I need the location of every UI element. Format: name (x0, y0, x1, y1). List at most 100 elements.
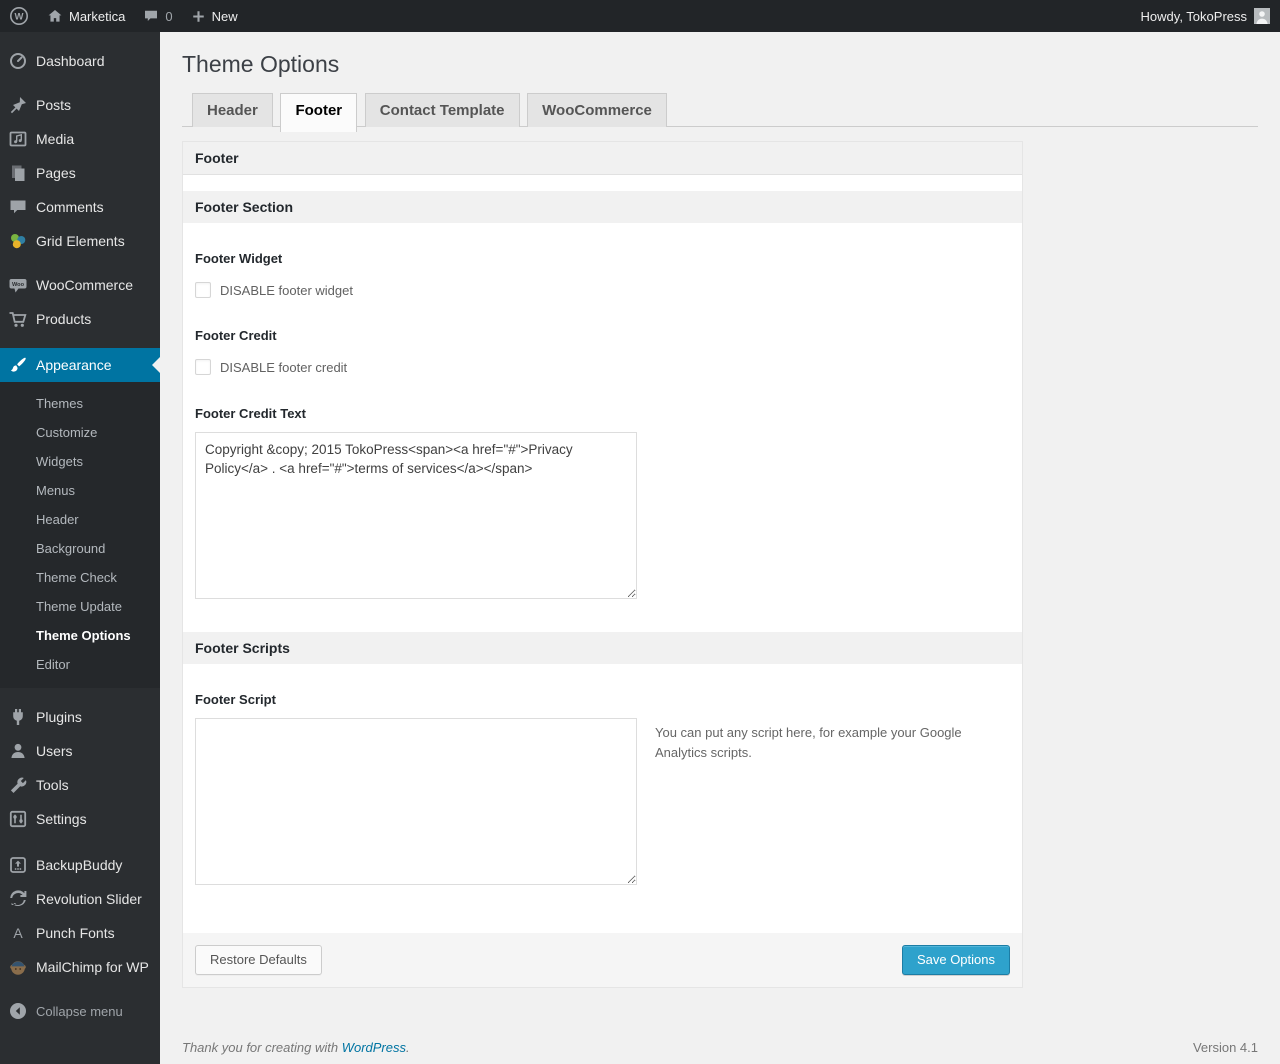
sidebar-subitem-customize[interactable]: Customize (0, 418, 160, 447)
sidebar-item-label: WooCommerce (36, 277, 133, 293)
comments-icon (8, 197, 28, 217)
new-content-menu[interactable]: New (182, 0, 247, 32)
svg-text:A: A (13, 925, 23, 941)
sidebar-item-label: Settings (36, 811, 87, 827)
svg-text:W: W (15, 12, 24, 23)
font-a-icon: A (8, 923, 28, 943)
sidebar-item-settings[interactable]: Settings (0, 802, 160, 836)
sidebar-item-comments[interactable]: Comments (0, 190, 160, 224)
sidebar-subitem-themes[interactable]: Themes (0, 389, 160, 418)
sidebar-subitem-menus[interactable]: Menus (0, 476, 160, 505)
sidebar-subitem-widgets[interactable]: Widgets (0, 447, 160, 476)
sidebar-item-dashboard[interactable]: Dashboard (0, 44, 160, 78)
avatar[interactable] (1254, 8, 1270, 24)
sidebar-item-users[interactable]: Users (0, 734, 160, 768)
sidebar-item-label: Grid Elements (36, 233, 125, 249)
wp-logo-menu[interactable]: W (0, 0, 38, 32)
sidebar-item-media[interactable]: Media (0, 122, 160, 156)
sidebar-item-plugins[interactable]: Plugins (0, 700, 160, 734)
wrench-icon (8, 775, 28, 795)
sidebar-item-appearance[interactable]: Appearance (0, 348, 160, 382)
account-menu[interactable]: Howdy, TokoPress (1141, 0, 1247, 32)
paintbrush-icon (8, 355, 28, 375)
wordpress-logo-icon: W (9, 6, 29, 26)
sidebar-item-label: Tools (36, 777, 69, 793)
home-icon (47, 8, 63, 24)
sidebar-item-label: Pages (36, 165, 76, 181)
sidebar-item-label: Punch Fonts (36, 925, 115, 941)
new-label: New (211, 8, 238, 24)
sidebar-item-label: MailChimp for WP (36, 959, 149, 975)
mailchimp-monkey-icon (8, 957, 28, 977)
thanks-suffix: . (406, 1039, 410, 1055)
sidebar-item-label: Comments (36, 199, 104, 215)
footer-options-panel: Footer Footer Section Footer Widget DISA… (182, 141, 1023, 988)
comment-bubble-icon (143, 8, 159, 24)
footer-script-label: Footer Script (195, 692, 276, 707)
sidebar-subitem-theme-check[interactable]: Theme Check (0, 563, 160, 592)
sidebar-subitem-background[interactable]: Background (0, 534, 160, 563)
footer-widget-checkbox-row: DISABLE footer widget (195, 282, 1010, 298)
sidebar-item-label: Users (36, 743, 73, 759)
sidebar-item-grid-elements[interactable]: Grid Elements (0, 224, 160, 258)
cart-icon (8, 309, 28, 329)
collapse-menu-label: Collapse menu (36, 1003, 123, 1019)
disable-footer-widget-checkbox[interactable] (195, 282, 211, 298)
disable-footer-widget-label: DISABLE footer widget (220, 282, 353, 298)
pages-icon (8, 163, 28, 183)
collapse-menu-button[interactable]: Collapse menu (0, 994, 160, 1028)
site-name: Marketica (69, 8, 126, 24)
dashboard-icon (8, 51, 28, 71)
comment-count: 0 (165, 8, 173, 24)
collapse-arrow-icon (8, 1001, 28, 1021)
admin-sidebar: Dashboard Posts Media Pages Comments Gri… (0, 32, 160, 1064)
footer-credit-text-label: Footer Credit Text (195, 406, 306, 421)
sidebar-item-posts[interactable]: Posts (0, 88, 160, 122)
site-link[interactable]: Marketica (38, 0, 134, 32)
footer-section-heading: Footer Section (183, 191, 1022, 223)
sidebar-item-revolution-slider[interactable]: Revolution Slider (0, 882, 160, 916)
sidebar-item-backupbuddy[interactable]: BackupBuddy (0, 848, 160, 882)
footer-script-input[interactable] (195, 718, 637, 885)
theme-options-tabs: Header Footer Contact Template WooCommer… (182, 93, 1258, 132)
panel-title: Footer (183, 142, 1022, 175)
disable-footer-credit-label: DISABLE footer credit (220, 359, 348, 375)
sidebar-item-tools[interactable]: Tools (0, 768, 160, 802)
howdy-text: Howdy, TokoPress (1140, 8, 1247, 24)
footer-widget-label: Footer Widget (195, 251, 283, 266)
pushpin-icon (8, 95, 28, 115)
sidebar-item-woocommerce[interactable]: Woo WooCommerce (0, 268, 160, 302)
sidebar-item-label: Revolution Slider (36, 891, 142, 907)
wordpress-link[interactable]: WordPress (342, 1040, 406, 1055)
version-text: Version 4.1 (1192, 1039, 1258, 1055)
footer-thanks: Thank you for creating with WordPress. (182, 1040, 410, 1055)
save-options-button[interactable]: Save Options (901, 945, 1010, 975)
footer-credit-text-input[interactable]: Copyright &copy; 2015 TokoPress<span><a … (195, 432, 637, 599)
disable-footer-credit-checkbox[interactable] (195, 359, 211, 375)
tab-woocommerce[interactable]: WooCommerce (527, 93, 667, 127)
admin-bar: W Marketica 0 New Howdy, TokoPress (0, 0, 1280, 32)
svg-text:Woo: Woo (12, 282, 25, 288)
comments-shortcut[interactable]: 0 (134, 0, 181, 32)
tab-footer[interactable]: Footer (280, 93, 358, 132)
sidebar-subitem-theme-update[interactable]: Theme Update (0, 592, 160, 621)
tab-header[interactable]: Header (192, 93, 273, 127)
sidebar-item-pages[interactable]: Pages (0, 156, 160, 190)
sidebar-item-label: Plugins (36, 709, 82, 725)
sidebar-item-label: Products (36, 311, 92, 327)
footer-credit-label: Footer Credit (195, 328, 277, 343)
sidebar-subitem-header[interactable]: Header (0, 505, 160, 534)
sidebar-item-products[interactable]: Products (0, 302, 160, 336)
appearance-submenu: Themes Customize Widgets Menus Header Ba… (0, 382, 160, 688)
sidebar-item-punch-fonts[interactable]: A Punch Fonts (0, 916, 160, 950)
restore-defaults-button[interactable]: Restore Defaults (195, 945, 322, 975)
tab-contact-template[interactable]: Contact Template (364, 93, 520, 127)
sidebar-item-label: Posts (36, 97, 72, 113)
sidebar-subitem-editor[interactable]: Editor (0, 650, 160, 679)
page-title: Theme Options (182, 51, 340, 77)
footer-script-help-text: You can put any script here, for example… (655, 725, 962, 761)
sidebar-item-mailchimp[interactable]: MailChimp for WP (0, 950, 160, 984)
footer-scripts-heading: Footer Scripts (183, 632, 1022, 664)
sidebar-subitem-theme-options[interactable]: Theme Options (0, 621, 160, 650)
settings-icon (8, 809, 28, 829)
